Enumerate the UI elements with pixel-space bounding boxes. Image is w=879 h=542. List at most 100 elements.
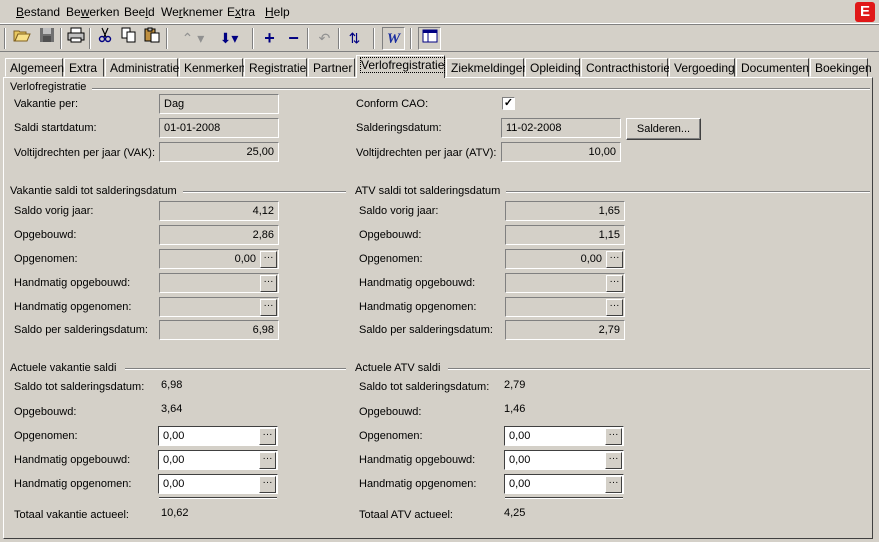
act-vak-handm-opgebouwd-value: 0,00 <box>163 454 185 466</box>
act-atv-handm-opgenomen-input[interactable]: 0,00 ··· <box>504 474 624 494</box>
act-vak-saldo-tot-value: 6,98 <box>161 379 183 391</box>
down-arrow-icon[interactable]: ⬇▾ <box>212 27 246 50</box>
vak-opgebouwd-field: 2,86 <box>159 225 279 245</box>
tab-administratie[interactable]: Administratie <box>105 58 179 77</box>
open-folder-icon[interactable] <box>10 27 33 50</box>
act-atv-handm-opgenomen-value: 0,00 <box>509 478 531 490</box>
undo-icon[interactable]: ↶ <box>313 27 336 50</box>
act-vak-opgenomen-input[interactable]: 0,00 ··· <box>158 426 278 446</box>
menu-beeld[interactable]: Beeld <box>124 5 155 19</box>
act-atv-handm-opgebouwd-input[interactable]: 0,00 ··· <box>504 450 624 470</box>
toolbar-separator <box>338 28 340 49</box>
salderingsdatum-field: 11-02-2008 <box>501 118 621 138</box>
atv-opgenomen-field: 0,00 ··· <box>505 249 625 269</box>
act-atv-opgenomen-input[interactable]: 0,00 ··· <box>504 426 624 446</box>
app-logo-icon: E <box>855 2 875 22</box>
tab-kenmerken[interactable]: Kenmerken <box>179 58 245 77</box>
atv-opgebouwd-label: Opgebouwd: <box>359 229 422 241</box>
menu-werknemer[interactable]: Werknemer <box>161 5 223 19</box>
act-atv-opgenomen-value: 0,00 <box>509 430 531 442</box>
vakantie-per-label: Vakantie per: <box>14 98 79 110</box>
tab-registratie[interactable]: Registratie <box>244 58 307 77</box>
add-icon[interactable]: + <box>258 27 281 50</box>
vak-handm-opgebouwd-lookup-button[interactable]: ··· <box>260 275 277 292</box>
act-vak-opgebouwd-label: Opgebouwd: <box>14 406 77 418</box>
menu-help[interactable]: Help <box>265 5 290 19</box>
copy-icon[interactable] <box>117 27 140 50</box>
tab-ziekmeldingen[interactable]: Ziekmeldingen <box>446 58 529 77</box>
toolbar-separator <box>252 28 254 49</box>
print-icon[interactable] <box>64 27 87 50</box>
voltijd-atv-label: Voltijdrechten per jaar (ATV): <box>356 147 497 159</box>
toolbar-separator <box>4 28 6 49</box>
act-vak-handm-opgenomen-lookup-button[interactable]: ··· <box>259 476 276 493</box>
act-atv-handm-opgebouwd-label: Handmatig opgebouwd: <box>359 454 476 466</box>
tab-verlofregistratie[interactable]: Verlofregistratie <box>356 55 446 78</box>
atv-handm-opgenomen-label: Handmatig opgenomen: <box>359 301 477 313</box>
act-vak-opgenomen-label: Opgenomen: <box>14 430 78 442</box>
vak-handm-opgebouwd-label: Handmatig opgebouwd: <box>14 277 131 289</box>
toolbar-separator <box>410 28 412 49</box>
toolbar: ⌃ ▾ ⬇▾ + − ↶ ⇅ W <box>0 24 879 52</box>
tab-extra[interactable]: Extra <box>64 58 104 77</box>
vak-opgebouwd-label: Opgebouwd: <box>14 229 77 241</box>
act-vak-opgenomen-value: 0,00 <box>163 430 185 442</box>
atv-handm-opgebouwd-lookup-button[interactable]: ··· <box>606 275 623 292</box>
vak-saldo-vorig-label: Saldo vorig jaar: <box>14 205 94 217</box>
save-icon[interactable] <box>35 27 58 50</box>
paste-icon[interactable] <box>140 27 163 50</box>
act-atv-handm-opgenomen-lookup-button[interactable]: ··· <box>605 476 622 493</box>
up-arrow-icon[interactable]: ⌃ ▾ <box>176 27 210 50</box>
toolbar-separator <box>373 28 375 49</box>
atv-opgenomen-lookup-button[interactable]: ··· <box>606 251 623 268</box>
atv-handm-opgenomen-lookup-button[interactable]: ··· <box>606 299 623 316</box>
window-icon[interactable] <box>418 27 441 50</box>
atv-saldi-title: ATV saldi tot salderingsdatum <box>355 185 507 197</box>
group-divider <box>90 88 870 90</box>
sum-divider <box>159 497 277 499</box>
salderen-button[interactable]: Salderen... <box>626 118 701 140</box>
act-vak-handm-opgenomen-label: Handmatig opgenomen: <box>14 478 132 490</box>
tab-partner[interactable]: Partner <box>308 58 355 77</box>
remove-icon[interactable]: − <box>282 27 305 50</box>
act-atv-opgebouwd-value: 1,46 <box>504 403 526 415</box>
menu-bestand[interactable]: Bestand <box>16 5 60 19</box>
vak-handm-opgebouwd-field: ··· <box>159 273 279 293</box>
tab-opleiding[interactable]: Opleiding <box>525 58 581 77</box>
conform-cao-checkbox[interactable]: ✓ <box>502 97 515 110</box>
saldi-startdatum-field: 01-01-2008 <box>159 118 279 138</box>
vak-handm-opgenomen-lookup-button[interactable]: ··· <box>260 299 277 316</box>
vak-opgenomen-label: Opgenomen: <box>14 253 78 265</box>
tab-documenten[interactable]: Documenten <box>736 58 809 77</box>
atv-saldo-per-field: 2,79 <box>505 320 625 340</box>
tab-contracthistorie[interactable]: Contracthistorie <box>581 58 670 77</box>
cut-icon[interactable] <box>93 27 116 50</box>
vak-opgenomen-lookup-button[interactable]: ··· <box>260 251 277 268</box>
refresh-icon[interactable]: ⇅ <box>343 27 366 50</box>
tab-vergoeding[interactable]: Vergoeding <box>669 58 735 77</box>
act-vak-handm-opgenomen-input[interactable]: 0,00 ··· <box>158 474 278 494</box>
act-vak-handm-opgebouwd-lookup-button[interactable]: ··· <box>259 452 276 469</box>
menu-extra[interactable]: Extra <box>227 5 255 19</box>
tab-algemeen[interactable]: Algemeen <box>5 58 64 77</box>
tab-boekingen[interactable]: Boekingen <box>810 58 872 77</box>
act-vak-totaal-value: 10,62 <box>161 507 189 519</box>
act-atv-title: Actuele ATV saldi <box>355 362 447 374</box>
vak-opgenomen-value: 0,00 <box>234 253 256 265</box>
vak-opgenomen-field: 0,00 ··· <box>159 249 279 269</box>
toolbar-separator <box>307 28 309 49</box>
act-atv-handm-opgebouwd-lookup-button[interactable]: ··· <box>605 452 622 469</box>
act-vak-opgenomen-lookup-button[interactable]: ··· <box>259 428 276 445</box>
menu-bewerken[interactable]: Bewerken <box>66 5 119 19</box>
act-vak-handm-opgebouwd-input[interactable]: 0,00 ··· <box>158 450 278 470</box>
atv-saldo-per-label: Saldo per salderingsdatum: <box>359 324 493 336</box>
vakantie-per-field: Dag <box>159 94 279 114</box>
voltijd-vak-field: 25,00 <box>159 142 279 162</box>
act-atv-opgenomen-lookup-button[interactable]: ··· <box>605 428 622 445</box>
group-divider <box>180 191 346 193</box>
act-vak-handm-opgebouwd-label: Handmatig opgebouwd: <box>14 454 131 466</box>
act-atv-saldo-tot-value: 2,79 <box>504 379 526 391</box>
act-atv-opgenomen-label: Opgenomen: <box>359 430 423 442</box>
group-divider <box>448 368 870 370</box>
word-icon[interactable]: W <box>382 27 405 50</box>
